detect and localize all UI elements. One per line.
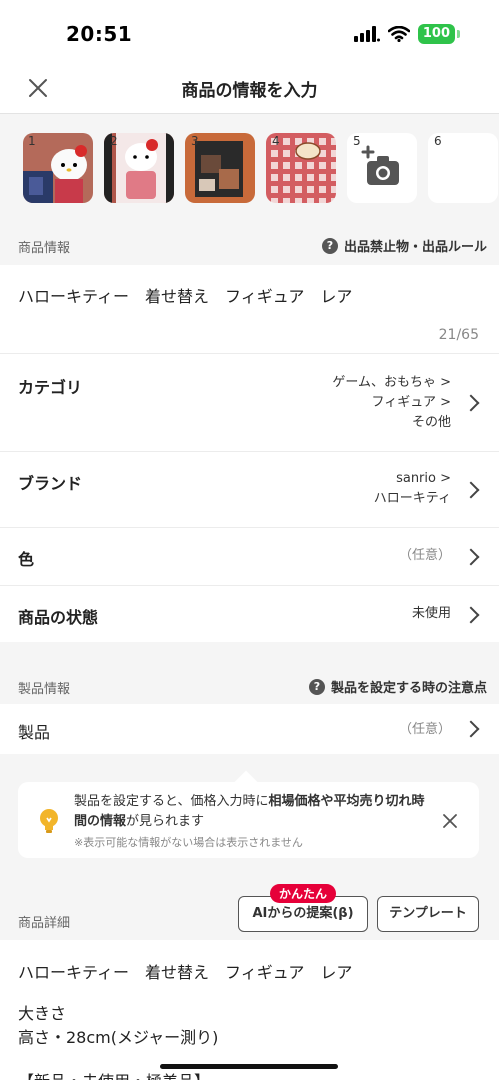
item-description-field[interactable]: ハローキティー 着せ替え フィギュア レア 大きさ 高さ・28cm(メジャー測り…	[0, 940, 499, 1080]
photo-number: 6	[434, 134, 442, 148]
help-icon: ?	[321, 237, 338, 254]
description-line: 【新品・未使用・極美品】	[18, 1068, 210, 1080]
brand-line: sanrio >	[396, 471, 451, 486]
clock: 20:51	[66, 22, 133, 46]
brand-row[interactable]: ブランド sanrio > ハローキティ	[0, 451, 499, 527]
page-title: 商品の情報を入力	[181, 81, 318, 101]
item-title-field[interactable]: ハローキティー 着せ替え フィギュア レア 21/65	[0, 265, 499, 353]
tip-text-plain: が見られます	[126, 814, 205, 829]
photo-number: 5	[353, 134, 361, 148]
row-label: 製品	[18, 723, 51, 742]
nav-bar: 商品の情報を入力	[0, 62, 499, 114]
photo-strip[interactable]: 1 2 3 4 5 6	[0, 115, 499, 225]
product-notes-link[interactable]: ? 製品を設定する時の注意点	[308, 677, 487, 696]
category-line: ゲーム、おもちゃ >	[332, 375, 451, 390]
help-icon: ?	[308, 678, 325, 695]
product-row[interactable]: 製品 （任意）	[0, 704, 499, 754]
item-info-header: 商品情報 ? 出品禁止物・出品ルール	[0, 225, 499, 265]
chevron-right-icon	[462, 394, 480, 412]
easy-badge: かんたん	[270, 884, 337, 903]
photo-number: 3	[191, 134, 199, 148]
chevron-right-icon	[462, 606, 480, 624]
section-label: 商品情報	[18, 241, 71, 256]
status-bar: 20:51 100	[0, 0, 499, 62]
tip-note: ※表示可能な情報がない場合は表示されません	[74, 836, 303, 849]
help-text: 出品禁止物・出品ルール	[343, 240, 487, 255]
char-count: 21/65	[438, 327, 479, 343]
description-line: ハローキティー 着せ替え フィギュア レア	[18, 963, 353, 982]
category-row[interactable]: カテゴリ ゲーム、おもちゃ > フィギュア > その他	[0, 353, 499, 451]
template-button[interactable]: テンプレート	[377, 896, 479, 932]
signal-icon	[353, 26, 380, 42]
product-tip-card: 製品を設定すると、価格入力時に相場価格や平均売り切れ時間の情報が見られます ※表…	[18, 782, 479, 858]
section-label: 商品詳細	[18, 916, 71, 931]
row-label: ブランド	[18, 474, 83, 493]
listing-rules-link[interactable]: ? 出品禁止物・出品ルール	[321, 236, 487, 255]
item-title-input[interactable]: ハローキティー 着せ替え フィギュア レア	[18, 283, 352, 307]
color-row[interactable]: 色 （任意）	[0, 527, 499, 585]
description-line: 高さ・28cm(メジャー測り)	[18, 1028, 219, 1047]
photo-number: 1	[28, 134, 36, 148]
category-value: ゲーム、おもちゃ > フィギュア > その他	[332, 373, 451, 433]
row-label: カテゴリ	[18, 378, 83, 397]
condition-row[interactable]: 商品の状態 未使用	[0, 585, 499, 642]
product-info-header: 製品情報 ? 製品を設定する時の注意点	[0, 666, 499, 706]
battery-indicator: 100	[417, 24, 461, 44]
condition-value: 未使用	[411, 606, 451, 621]
tip-text: 製品を設定すると、価格入力時に相場価格や平均売り切れ時間の情報が見られます	[74, 792, 434, 832]
description-line: 大きさ	[18, 1004, 67, 1023]
section-label: 製品情報	[18, 682, 71, 697]
product-value: （任意）	[398, 722, 451, 737]
lightbulb-icon	[40, 809, 58, 833]
chevron-right-icon	[462, 481, 480, 499]
brand-value: sanrio > ハローキティ	[374, 469, 451, 509]
color-value: （任意）	[398, 548, 451, 563]
wifi-icon	[387, 26, 410, 42]
photo-number: 2	[110, 134, 118, 148]
category-line: フィギュア >	[371, 395, 451, 410]
close-icon[interactable]	[443, 814, 457, 828]
row-label: 商品の状態	[18, 608, 99, 627]
photo-number: 4	[272, 134, 280, 148]
tip-text-plain: 製品を設定すると、価格入力時に	[74, 794, 269, 809]
help-text: 製品を設定する時の注意点	[330, 681, 487, 696]
category-line: その他	[411, 415, 451, 430]
status-icons: 100	[353, 24, 461, 44]
chevron-right-icon	[462, 720, 480, 738]
home-indicator	[160, 1064, 338, 1069]
brand-line: ハローキティ	[373, 491, 451, 506]
row-label: 色	[18, 550, 35, 569]
chevron-right-icon	[462, 548, 480, 566]
